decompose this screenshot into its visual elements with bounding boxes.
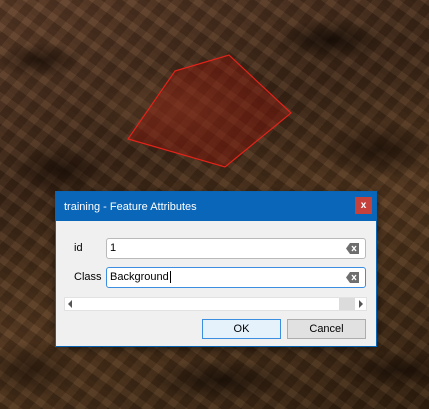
ok-button[interactable]: OK (202, 319, 281, 339)
scroll-thumb[interactable] (339, 298, 355, 310)
feature-polygon[interactable] (127, 54, 292, 168)
close-button[interactable]: x (355, 197, 372, 214)
dialog-titlebar[interactable]: training - Feature Attributes (56, 192, 376, 221)
class-row: Class Background (56, 266, 376, 288)
class-label: Class (74, 271, 102, 283)
scroll-right-icon[interactable] (359, 300, 363, 308)
id-label: id (74, 242, 83, 254)
clear-class-icon[interactable] (346, 271, 359, 283)
scroll-track[interactable] (77, 301, 342, 307)
dialog-title: training - Feature Attributes (64, 200, 197, 213)
feature-attributes-dialog: training - Feature Attributes x id 1 Cla… (55, 191, 377, 347)
horizontal-scrollbar[interactable] (64, 297, 367, 311)
cancel-button[interactable]: Cancel (287, 319, 366, 339)
id-row: id 1 (56, 237, 376, 259)
clear-id-icon[interactable] (346, 242, 359, 254)
id-field[interactable]: 1 (106, 237, 366, 259)
class-value: Background (110, 271, 169, 283)
id-value: 1 (110, 242, 117, 254)
class-field[interactable]: Background (106, 266, 366, 288)
close-icon: x (360, 200, 367, 211)
text-caret (169, 271, 171, 283)
scroll-left-icon[interactable] (68, 300, 72, 308)
